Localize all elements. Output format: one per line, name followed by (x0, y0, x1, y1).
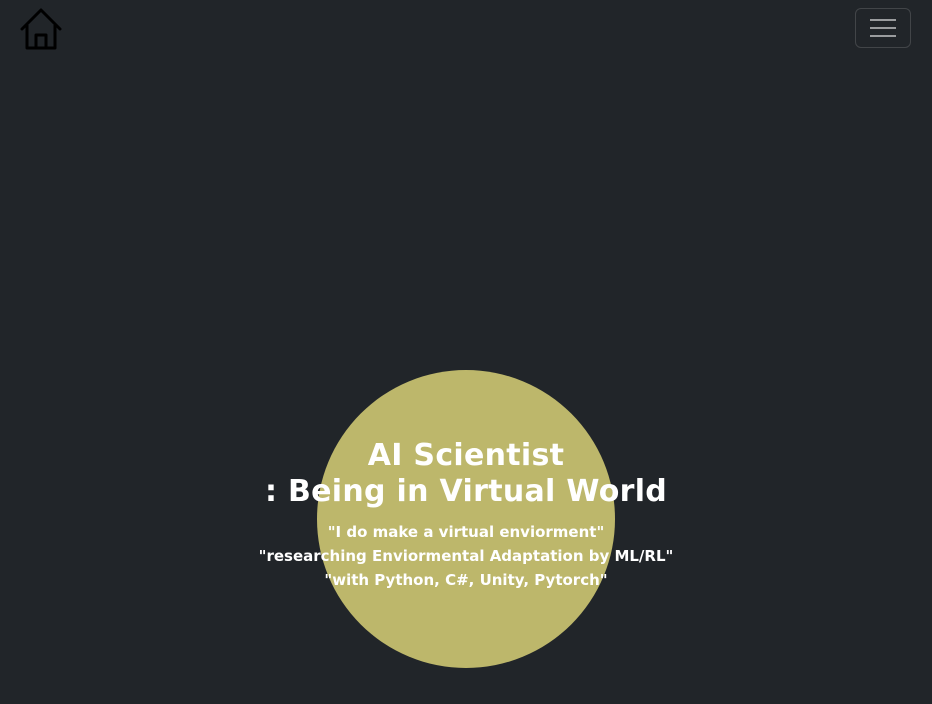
hero-description: "I do make a virtual enviorment" "resear… (0, 520, 932, 592)
hamburger-menu-icon (870, 19, 896, 37)
hero-line-1: "I do make a virtual enviorment" (327, 523, 605, 541)
navbar-toggler-button[interactable] (855, 8, 911, 48)
hero-line-2: "researching Enviormental Adaptation by … (258, 547, 674, 565)
hero-content: AI Scientist : Being in Virtual World "I… (0, 438, 932, 592)
page: AI Scientist : Being in Virtual World "I… (0, 0, 932, 704)
hero-line-3: "with Python, C#, Unity, Pytorch" (324, 571, 608, 589)
home-icon (20, 8, 62, 50)
hero-title-line-1: AI Scientist (367, 438, 565, 473)
hero-title: AI Scientist : Being in Virtual World (0, 438, 932, 510)
home-link[interactable] (18, 6, 64, 52)
hero-title-line-2: : Being in Virtual World (264, 474, 668, 509)
